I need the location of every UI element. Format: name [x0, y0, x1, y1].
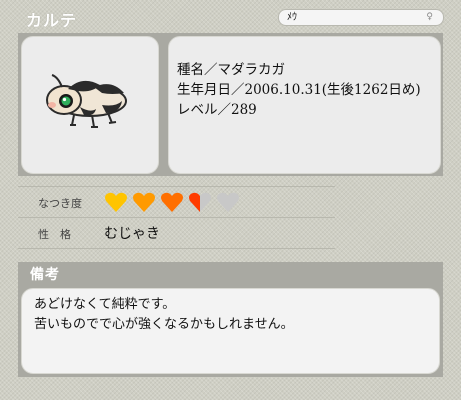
affection-label: なつき度	[38, 197, 82, 210]
birthdate-text: 生年月日／2006.10.31(生後1262日め)	[177, 82, 421, 98]
notes-header: 備考	[18, 262, 443, 284]
half-heart-icon	[189, 192, 211, 212]
notes-box: あどけなくて純粋です。 苦いものでで心が強くなるかもしれません。	[21, 288, 440, 374]
karte-title: カルテ	[26, 11, 78, 30]
notes-line-2: 苦いものでで心が強くなるかもしれません。	[34, 317, 294, 332]
empty-heart-icon	[217, 192, 239, 212]
gender-mark: ♀	[426, 12, 433, 22]
heart-icon	[133, 192, 155, 212]
heart-icon	[161, 192, 183, 212]
notes-text: あどけなくて純粋です。 苦いものでで心が強くなるかもしれません。	[34, 295, 434, 335]
species-text: 種名／マダラカガ	[177, 62, 285, 78]
notes-title: 備考	[30, 267, 60, 283]
personality-row: 性 格 むじゃき	[18, 217, 335, 249]
personality-value: むじゃき	[104, 226, 160, 242]
affection-hearts	[104, 191, 240, 213]
heart-icon	[105, 192, 127, 212]
personality-label: 性 格	[38, 228, 71, 241]
profile-info-box: 種名／マダラカガ 生年月日／2006.10.31(生後1262日め) レベル／2…	[168, 36, 441, 174]
pet-name-field: ﾒｳ ♀	[278, 9, 444, 26]
profile-info-text: 種名／マダラカガ 生年月日／2006.10.31(生後1262日め) レベル／2…	[177, 60, 437, 120]
pet-sprite-image	[46, 74, 127, 128]
level-text: レベル／289	[177, 102, 257, 118]
affection-row: なつき度	[18, 186, 335, 217]
notes-line-1: あどけなくて純粋です。	[34, 297, 176, 312]
pet-name: ﾒｳ	[287, 12, 297, 23]
pet-portrait-box	[21, 36, 159, 174]
